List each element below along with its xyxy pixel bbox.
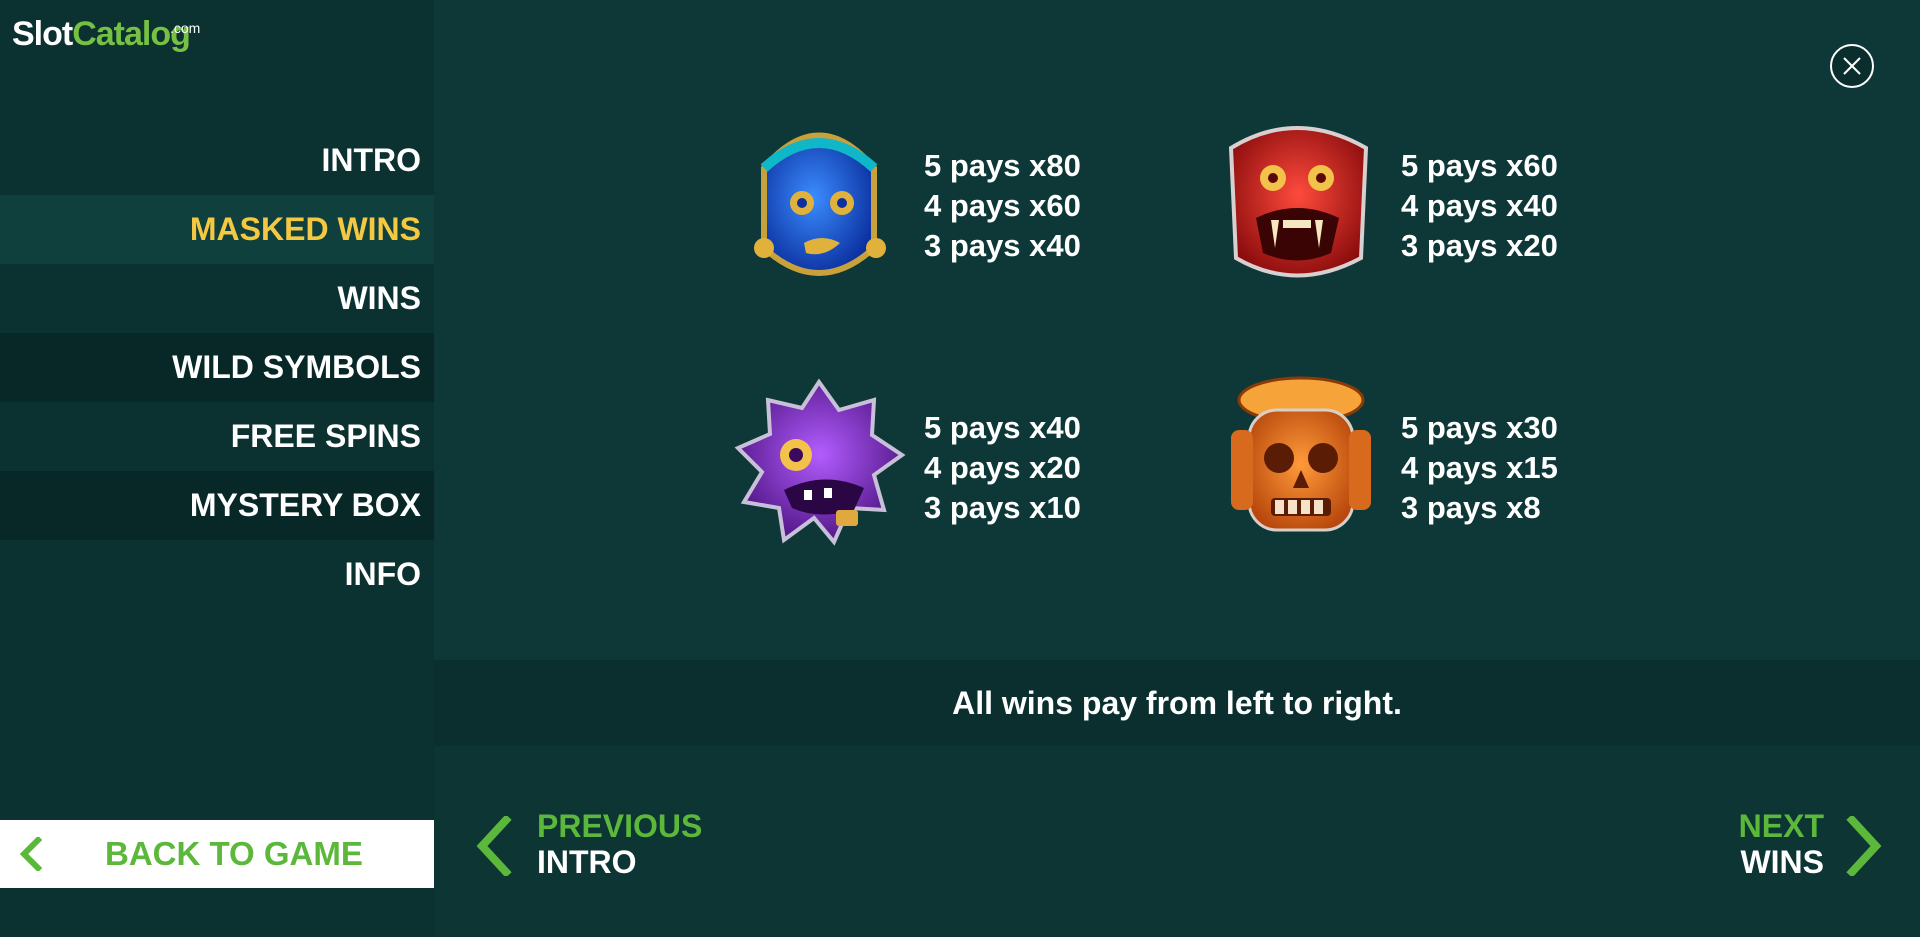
next-page-button[interactable]: NEXT WINS <box>1704 806 1884 886</box>
logo-com-text: .com <box>170 20 201 36</box>
purple-mask-icon <box>734 378 906 546</box>
slotcatalog-logo: SlotCatalog .com <box>12 10 200 58</box>
pays-list: 5 pays x60 4 pays x40 3 pays x20 <box>1401 146 1558 266</box>
info-note-bar: All wins pay from left to right. <box>434 660 1920 746</box>
pay-line: 5 pays x30 <box>1401 410 1558 445</box>
symbol-paytable-purple: 5 pays x40 4 pays x20 3 pays x10 <box>724 370 1154 560</box>
pay-line: 5 pays x40 <box>924 410 1081 445</box>
chevron-left-icon <box>476 816 512 876</box>
sidebar-item-wins[interactable]: WINS <box>0 264 434 333</box>
symbol-paytable-orange: 5 pays x30 4 pays x15 3 pays x8 <box>1201 370 1631 560</box>
previous-target: INTRO <box>537 844 637 880</box>
sidebar-item-masked-wins[interactable]: MASKED WINS <box>0 195 434 264</box>
blue-mask-icon <box>754 132 886 276</box>
chevron-right-icon <box>1846 816 1882 876</box>
previous-page-button[interactable]: PREVIOUS INTRO <box>474 806 734 886</box>
sidebar-item-wild-symbols[interactable]: WILD SYMBOLS <box>0 333 434 402</box>
pay-line: 4 pays x20 <box>924 450 1081 485</box>
next-target: WINS <box>1740 844 1824 880</box>
close-button[interactable] <box>1830 44 1874 88</box>
sidebar-menu: INTRO MASKED WINS WINS WILD SYMBOLS FREE… <box>0 126 434 609</box>
pay-line: 4 pays x60 <box>924 188 1081 223</box>
symbols-panel: 5 pays x80 4 pays x60 3 pays x40 5 pays … <box>434 0 1920 660</box>
paytable-screen: SlotCatalog .com INTRO MASKED WINS WINS … <box>0 0 1920 937</box>
sidebar: SlotCatalog .com INTRO MASKED WINS WINS … <box>0 0 434 937</box>
pay-line: 5 pays x80 <box>924 148 1081 183</box>
pays-list: 5 pays x30 4 pays x15 3 pays x8 <box>1401 408 1558 528</box>
logo-slot-text: Slot <box>12 15 73 53</box>
symbol-paytable-red: 5 pays x60 4 pays x40 3 pays x20 <box>1201 108 1631 298</box>
back-to-game-button[interactable]: BACK TO GAME <box>0 820 434 888</box>
pay-line: 5 pays x60 <box>1401 148 1558 183</box>
next-label: NEXT <box>1738 808 1824 844</box>
symbol-paytable-blue: 5 pays x80 4 pays x60 3 pays x40 <box>724 108 1154 298</box>
sidebar-item-free-spins[interactable]: FREE SPINS <box>0 402 434 471</box>
pay-line: 4 pays x40 <box>1401 188 1558 223</box>
previous-label: PREVIOUS <box>537 808 703 844</box>
pay-line: 3 pays x8 <box>1401 490 1541 525</box>
sidebar-item-info[interactable]: INFO <box>0 540 434 609</box>
red-mask-icon <box>1228 126 1369 278</box>
close-icon <box>1843 57 1861 75</box>
back-to-game-label: BACK TO GAME <box>105 835 363 872</box>
pays-list: 5 pays x40 4 pays x20 3 pays x10 <box>924 408 1081 528</box>
sidebar-item-intro[interactable]: INTRO <box>0 126 434 195</box>
pay-line: 3 pays x40 <box>924 228 1081 263</box>
pay-line: 3 pays x20 <box>1401 228 1558 263</box>
sidebar-item-mystery-box[interactable]: MYSTERY BOX <box>0 471 434 540</box>
pays-list: 5 pays x80 4 pays x60 3 pays x40 <box>924 146 1081 266</box>
pay-line: 3 pays x10 <box>924 490 1081 525</box>
main-panel: 5 pays x80 4 pays x60 3 pays x40 5 pays … <box>434 0 1920 937</box>
orange-mask-icon <box>1231 376 1371 532</box>
pay-line: 4 pays x15 <box>1401 450 1558 485</box>
info-note: All wins pay from left to right. <box>952 685 1402 721</box>
chevron-left-icon <box>19 837 43 871</box>
